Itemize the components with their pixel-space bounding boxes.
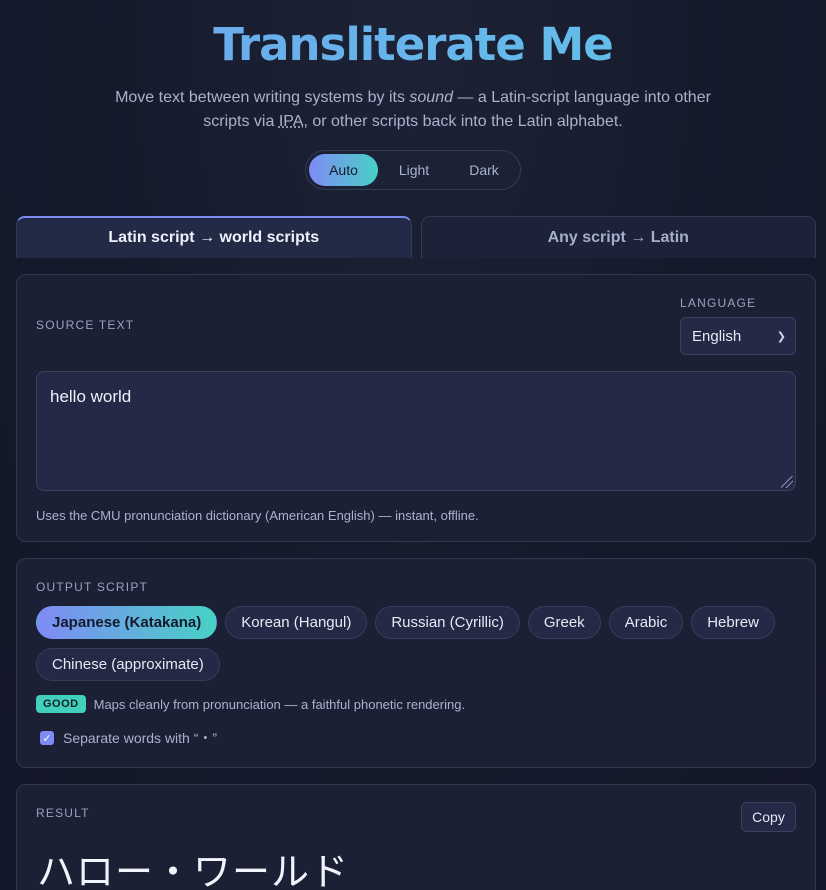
script-chip-russian[interactable]: Russian (Cyrillic): [375, 606, 520, 639]
subtitle-text: Move text between writing systems by its: [115, 89, 410, 106]
tab-latin-to-world[interactable]: Latin script → world scripts: [16, 216, 412, 258]
source-text-input[interactable]: hello world: [36, 371, 796, 491]
tab-any-to-latin[interactable]: Any script → Latin: [420, 216, 816, 258]
output-script-label: OUTPUT SCRIPT: [36, 580, 149, 594]
quality-indicator: GOOD Maps cleanly from pronunciation — a…: [36, 695, 465, 713]
language-selected-value: English: [692, 327, 742, 345]
ipa-abbreviation[interactable]: IPA: [279, 113, 304, 130]
output-script-card: OUTPUT SCRIPT Japanese (Katakana) Korean…: [16, 558, 816, 768]
script-chip-chinese[interactable]: Chinese (approximate): [36, 648, 220, 681]
quality-badge: GOOD: [36, 695, 86, 713]
subtitle-text: , or other scripts back into the Latin a…: [303, 113, 623, 130]
script-chip-japanese[interactable]: Japanese (Katakana): [36, 606, 218, 639]
resize-handle-icon[interactable]: [781, 476, 793, 488]
separate-words-option[interactable]: ✓ Separate words with “・”: [40, 728, 217, 748]
page-title: Transliterate Me: [0, 18, 826, 72]
source-hint: Uses the CMU pronunciation dictionary (A…: [36, 508, 479, 523]
result-label: RESULT: [36, 806, 90, 820]
language-select[interactable]: English ❯: [680, 317, 796, 355]
separate-words-label: Separate words with “・”: [63, 730, 218, 746]
script-chip-hebrew[interactable]: Hebrew: [691, 606, 775, 639]
script-chip-greek[interactable]: Greek: [527, 606, 601, 639]
copy-button[interactable]: Copy: [741, 802, 796, 832]
script-chip-list: Japanese (Katakana) Korean (Hangul) Russ…: [36, 606, 806, 681]
source-text-value: hello world: [50, 387, 132, 406]
theme-dark-button[interactable]: Dark: [450, 154, 518, 186]
chevron-down-icon: ❯: [776, 330, 786, 343]
theme-toggle: Auto Light Dark: [305, 150, 521, 190]
language-label: LANGUAGE: [680, 296, 757, 310]
mode-tabs: Latin script → world scripts Any script …: [16, 216, 816, 258]
page-subtitle: Move text between writing systems by its…: [103, 86, 723, 134]
quality-description: Maps cleanly from pronunciation — a fait…: [93, 696, 466, 712]
result-text: ハロー・ワールド: [37, 850, 350, 890]
result-card: RESULT Copy ハロー・ワールド: [16, 784, 816, 890]
theme-auto-button[interactable]: Auto: [309, 154, 378, 186]
theme-light-button[interactable]: Light: [380, 154, 448, 186]
separate-words-checkbox[interactable]: ✓: [40, 731, 54, 745]
script-chip-arabic[interactable]: Arabic: [608, 606, 684, 639]
script-chip-korean[interactable]: Korean (Hangul): [225, 606, 368, 639]
source-text-label: SOURCE TEXT: [36, 318, 135, 332]
subtitle-emphasis: sound: [409, 89, 453, 106]
source-card: SOURCE TEXT LANGUAGE English ❯ hello wor…: [16, 274, 816, 542]
app-header: Transliterate Me Move text between writi…: [0, 0, 826, 190]
